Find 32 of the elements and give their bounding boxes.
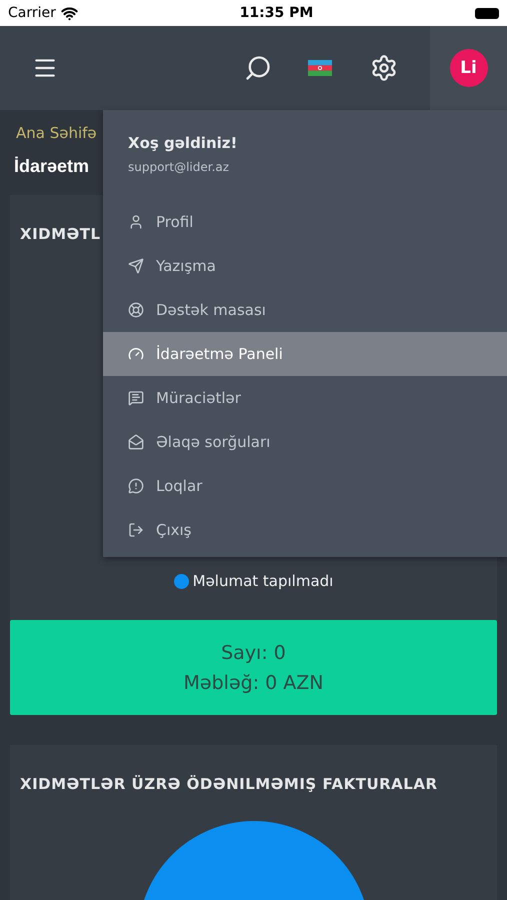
menu-item[interactable]: Profil — [103, 200, 507, 244]
menu-item[interactable]: İdarəetmə Paneli — [103, 332, 507, 376]
carrier-label: Carrier — [8, 5, 56, 21]
menu-item[interactable]: Dəstək masası — [103, 288, 507, 332]
message-icon — [128, 390, 144, 406]
search-button[interactable] — [244, 54, 272, 82]
settings-button[interactable] — [370, 54, 398, 82]
card-title: XIDMƏTL — [20, 225, 102, 243]
menu-item[interactable]: Yazışma — [103, 244, 507, 288]
summary-text: Məbləğ: 0 AZN — [184, 672, 324, 694]
menu-item[interactable]: Əlaqə sorğuları — [103, 420, 507, 464]
page-title: İdarəetm — [14, 156, 90, 177]
summary-text: Sayı: 0 — [221, 642, 286, 664]
legend-label: Məlumat tapılmadı — [192, 572, 334, 590]
lifebuoy-icon — [128, 302, 144, 318]
mail-icon — [128, 434, 144, 450]
clock: 11:35 PM — [240, 5, 314, 21]
warning-icon — [128, 478, 144, 494]
menu-item[interactable]: Çıxış — [103, 508, 507, 552]
user-icon — [128, 214, 144, 230]
card-title: XIDMƏTLƏR ÜZRƏ ÖDƏNILMƏMIŞ FAKTURALAR — [20, 775, 439, 793]
battery-icon — [475, 8, 499, 18]
user-avatar[interactable]: Li — [450, 49, 488, 87]
greeting-text: Xoş gəldiniz! — [128, 134, 238, 152]
wifi-icon — [60, 4, 78, 22]
menu-item[interactable]: Müraciətlər — [103, 376, 507, 420]
user-email: support@lider.az — [128, 160, 230, 174]
logout-icon — [128, 522, 144, 538]
send-icon — [128, 258, 144, 274]
menu-item[interactable]: Loqlar — [103, 464, 507, 508]
gauge-icon — [128, 346, 144, 362]
language-button[interactable] — [308, 60, 332, 76]
